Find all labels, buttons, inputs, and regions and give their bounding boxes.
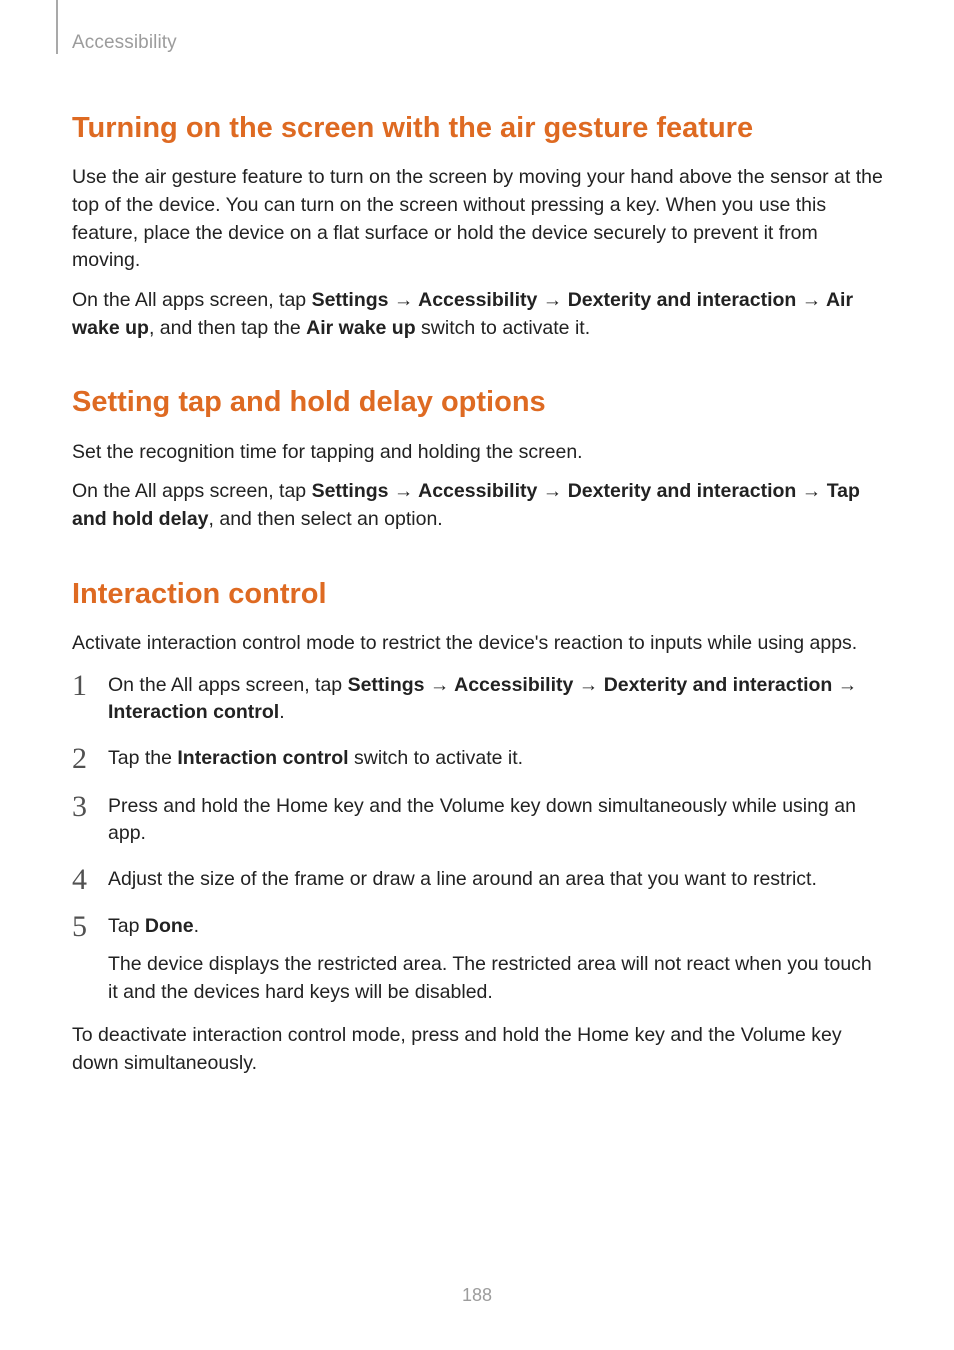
page: Accessibility Turning on the screen with… (0, 0, 954, 1350)
step-number: 1 (72, 670, 108, 702)
step-number: 2 (72, 743, 108, 775)
para: To deactivate interaction control mode, … (72, 1022, 884, 1077)
section-air-gesture: Turning on the screen with the air gestu… (72, 110, 884, 342)
text: On the All apps screen, tap (72, 289, 312, 311)
heading-interaction-control: Interaction control (72, 576, 884, 612)
page-number: 188 (0, 1285, 954, 1306)
step-body: Tap the Interaction control switch to ac… (108, 743, 884, 773)
arrow-icon: → (832, 674, 857, 696)
header-rule (56, 0, 58, 54)
text-bold: Interaction control (177, 747, 348, 769)
text-bold: Done (145, 915, 194, 937)
arrow-icon: → (425, 674, 455, 696)
text-bold: Dexterity and interaction (568, 480, 797, 502)
step-body: On the All apps screen, tap Settings → A… (108, 670, 884, 727)
text-bold: Settings (348, 674, 425, 696)
text: , and then tap the (149, 317, 306, 339)
text-bold: Air wake up (306, 317, 415, 339)
arrow-icon: → (537, 480, 567, 502)
step-body: Adjust the size of the frame or draw a l… (108, 864, 884, 894)
text: . (279, 701, 284, 723)
step-subtext: The device displays the restricted area.… (108, 951, 884, 1006)
para: On the All apps screen, tap Settings → A… (72, 287, 884, 342)
text: , and then select an option. (209, 508, 443, 530)
arrow-icon: → (389, 480, 419, 502)
text-bold: Accessibility (454, 674, 573, 696)
text-bold: Dexterity and interaction (568, 289, 797, 311)
text-bold: Dexterity and interaction (604, 674, 833, 696)
text-bold: Settings (312, 480, 389, 502)
list-item: 5 Tap Done. The device displays the rest… (72, 911, 884, 1006)
steps-list: 1 On the All apps screen, tap Settings →… (72, 670, 884, 1007)
text: Tap (108, 915, 145, 937)
step-body: Press and hold the Home key and the Volu… (108, 791, 884, 848)
heading-air-gesture: Turning on the screen with the air gestu… (72, 110, 884, 146)
list-item: 4 Adjust the size of the frame or draw a… (72, 864, 884, 896)
breadcrumb: Accessibility (72, 32, 177, 54)
text-bold: Accessibility (418, 480, 537, 502)
section-interaction-control: Interaction control Activate interaction… (72, 576, 884, 1078)
step-number: 4 (72, 864, 108, 896)
text-bold: Settings (312, 289, 389, 311)
text: switch to activate it. (416, 317, 590, 339)
arrow-icon: → (796, 289, 826, 311)
para: Use the air gesture feature to turn on t… (72, 164, 884, 275)
para: On the All apps screen, tap Settings → A… (72, 478, 884, 533)
text: On the All apps screen, tap (72, 480, 312, 502)
heading-tap-hold-delay: Setting tap and hold delay options (72, 384, 884, 420)
text: switch to activate it. (349, 747, 523, 769)
content: Turning on the screen with the air gestu… (72, 0, 884, 1078)
step-number: 5 (72, 911, 108, 943)
text: Tap the (108, 747, 177, 769)
section-tap-hold-delay: Setting tap and hold delay options Set t… (72, 384, 884, 533)
arrow-icon: → (573, 674, 603, 696)
list-item: 2 Tap the Interaction control switch to … (72, 743, 884, 775)
text: On the All apps screen, tap (108, 674, 348, 696)
text-bold: Accessibility (418, 289, 537, 311)
arrow-icon: → (796, 480, 826, 502)
list-item: 3 Press and hold the Home key and the Vo… (72, 791, 884, 848)
para: Activate interaction control mode to res… (72, 630, 884, 658)
text: . (194, 915, 199, 937)
arrow-icon: → (389, 289, 419, 311)
para: Set the recognition time for tapping and… (72, 439, 884, 467)
step-body: Tap Done. The device displays the restri… (108, 911, 884, 1006)
list-item: 1 On the All apps screen, tap Settings →… (72, 670, 884, 727)
text-bold: Interaction control (108, 701, 279, 723)
step-number: 3 (72, 791, 108, 823)
arrow-icon: → (537, 289, 567, 311)
